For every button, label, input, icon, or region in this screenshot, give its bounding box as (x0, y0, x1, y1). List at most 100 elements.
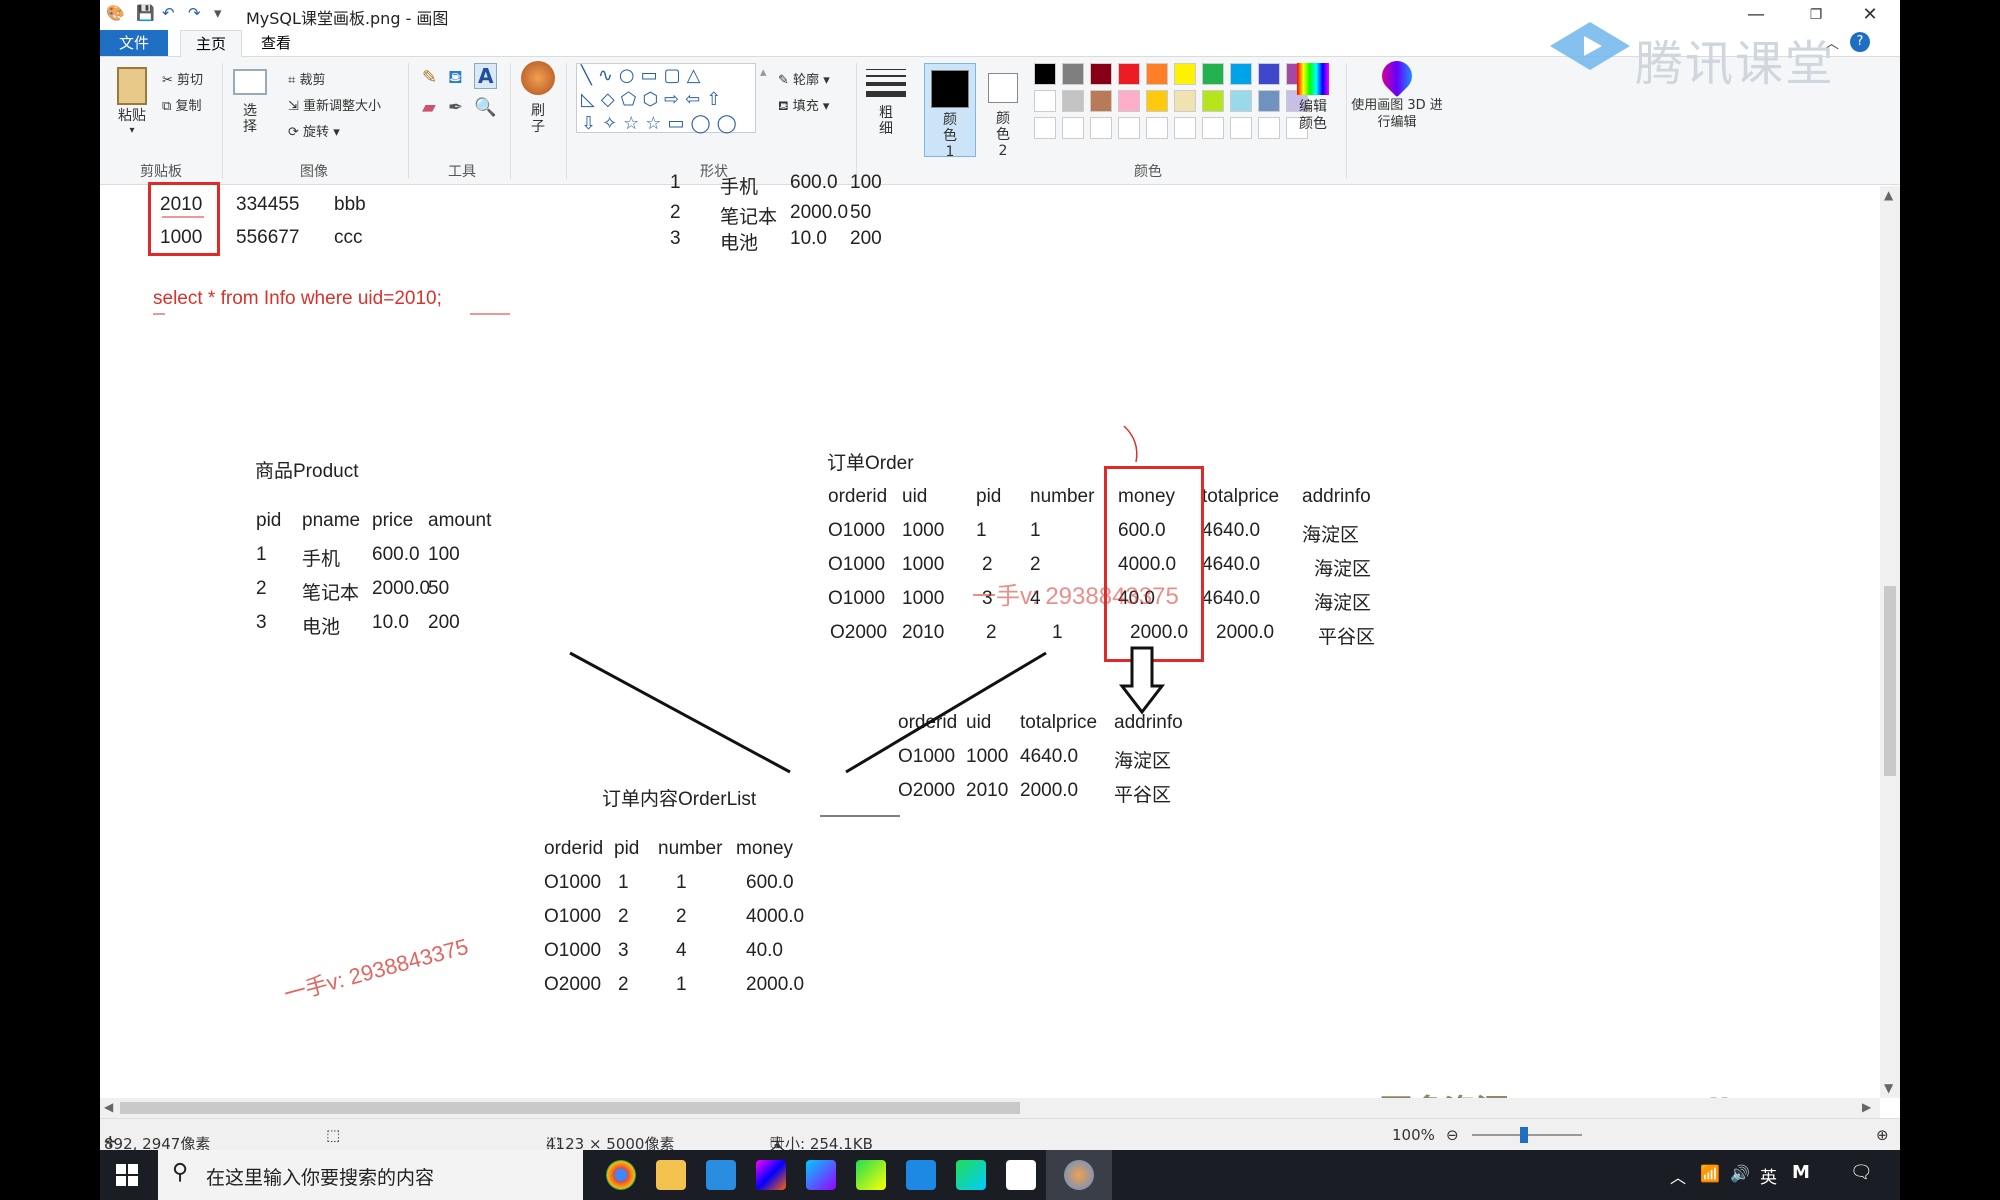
empty-color-swatch[interactable] (1230, 117, 1252, 139)
eraser-icon[interactable]: ▰ (422, 97, 436, 118)
color-swatch[interactable] (1174, 90, 1196, 112)
undo-icon[interactable]: ↶ (162, 4, 175, 22)
redo-icon[interactable]: ↷ (188, 4, 201, 22)
crop-button[interactable]: ⌗ 裁剪 (288, 69, 325, 88)
vscode-icon[interactable] (906, 1160, 936, 1190)
zoom-in-icon[interactable]: ⊕ (1876, 1126, 1889, 1144)
ime-icon[interactable]: M (1792, 1162, 1810, 1183)
taskbar-search[interactable]: ⚲ 在这里输入你要搜索的内容 (158, 1150, 583, 1200)
paste-button[interactable]: 粘贴 ▾ (110, 67, 154, 136)
size-button[interactable]: 粗细 (864, 69, 908, 137)
empty-color-swatch[interactable] (1090, 117, 1112, 139)
app-icon[interactable] (706, 1160, 736, 1190)
chrome-icon[interactable] (606, 1160, 636, 1190)
scroll-left-icon[interactable]: ◀ (104, 1100, 113, 1114)
empty-color-swatch[interactable] (1258, 117, 1280, 139)
resize-label: 重新调整大小 (303, 99, 382, 114)
color2-label: 颜色 2 (996, 111, 1010, 159)
color-swatch[interactable] (1062, 63, 1084, 85)
horizontal-scroll-thumb[interactable] (120, 1102, 1020, 1114)
file-explorer-icon[interactable] (656, 1160, 686, 1190)
typora-icon[interactable] (1006, 1160, 1036, 1190)
shapes-gallery[interactable]: ╲∿○▭▢△ ◺◇⬠⬡⇨⇦⇧ ⇩✧☆☆▭◯◯ (576, 63, 756, 134)
empty-color-swatch[interactable] (1118, 117, 1140, 139)
scroll-right-icon[interactable]: ▶ (1862, 1100, 1871, 1114)
copy-button[interactable]: ⧉ 复制 (162, 95, 201, 114)
notification-icon[interactable]: 🗨 (1850, 1162, 1873, 1183)
horizontal-scrollbar[interactable]: ◀ ▶ (100, 1098, 1880, 1118)
vertical-scroll-thumb[interactable] (1884, 586, 1896, 776)
volume-icon[interactable]: 🔊 (1730, 1164, 1750, 1183)
color-swatch[interactable] (1202, 63, 1224, 85)
windows-taskbar: ⚲ 在这里输入你要搜索的内容 ︿ 📶 🔊 英 M 🗨 (100, 1150, 1900, 1200)
empty-color-swatch[interactable] (1174, 117, 1196, 139)
tab-view[interactable]: 查看 (246, 30, 306, 56)
empty-color-swatch[interactable] (1062, 117, 1084, 139)
color1-button[interactable]: 颜色 1 (924, 63, 976, 160)
drawing-canvas[interactable]: 2010 1000 334455 556677 bbb ccc 1 手机 600.0… (100, 172, 1880, 1130)
goland-icon[interactable] (806, 1160, 836, 1190)
paint-taskbar-button[interactable] (1046, 1150, 1112, 1200)
empty-color-swatch[interactable] (1202, 117, 1224, 139)
brushes-button[interactable]: 刷子 (518, 61, 558, 135)
edit-colors-button[interactable]: 编辑颜色 (1288, 63, 1338, 133)
pycharm-icon[interactable] (856, 1160, 886, 1190)
customize-quick-access-icon[interactable]: ▾ (214, 4, 222, 22)
intellij-icon[interactable] (756, 1160, 786, 1190)
pencil-icon[interactable]: ✎ (422, 67, 437, 88)
input-language[interactable]: 英 (1760, 1163, 1777, 1188)
close-button[interactable]: ✕ (1840, 0, 1900, 30)
color-swatch[interactable] (1034, 63, 1056, 85)
color-swatch[interactable] (1146, 63, 1168, 85)
color-swatch[interactable] (1062, 90, 1084, 112)
zoom-out-icon[interactable]: ⊖ (1446, 1126, 1459, 1144)
gallery-scroll-icon[interactable]: ▴ (760, 65, 767, 80)
outline-label: 轮廓 (793, 73, 820, 88)
magnifier-icon[interactable]: 🔍 (474, 97, 496, 118)
paint3d-button[interactable]: 使用画图 3D 进行编辑 (1350, 54, 1444, 131)
tab-file[interactable]: 文件 (100, 30, 168, 56)
help-icon[interactable]: ? (1850, 32, 1870, 52)
color-swatch[interactable] (1146, 90, 1168, 112)
outline-icon: ✎ (778, 73, 789, 88)
color-swatch[interactable] (1118, 90, 1140, 112)
vertical-scrollbar[interactable]: ▲ ▼ (1880, 186, 1900, 1098)
color-swatch[interactable] (1090, 90, 1112, 112)
select-button[interactable]: 选择 (230, 69, 270, 135)
select-label: 选择 (243, 103, 257, 135)
color-picker-icon[interactable]: ✒ (448, 97, 463, 118)
clion-icon[interactable] (956, 1160, 986, 1190)
color-swatch[interactable] (1230, 63, 1252, 85)
empty-color-swatch[interactable] (1146, 117, 1168, 139)
paint-app-icon: 🎨 (106, 4, 125, 22)
tab-home[interactable]: 主页 (180, 30, 242, 57)
color-swatch[interactable] (1230, 90, 1252, 112)
color2-button[interactable]: 颜色 2 (980, 63, 1026, 159)
color-swatch[interactable] (1034, 90, 1056, 112)
save-icon[interactable]: 💾 (136, 4, 155, 22)
fill-bucket-icon[interactable]: ⛾ (448, 67, 463, 91)
color-swatch[interactable] (1090, 63, 1112, 85)
rotate-button[interactable]: ⟳ 旋转 ▾ (288, 121, 340, 140)
color1-label: 颜色 1 (943, 112, 957, 160)
zoom-slider-thumb[interactable] (1520, 1127, 1528, 1143)
tray-up-icon[interactable]: ︿ (1670, 1164, 1686, 1188)
network-icon[interactable]: 📶 (1700, 1164, 1720, 1183)
outline-button[interactable]: ✎ 轮廓 ▾ (778, 69, 830, 88)
color-swatch[interactable] (1258, 90, 1280, 112)
select-rect-icon (233, 69, 267, 95)
resize-button[interactable]: ⇲ 重新调整大小 (288, 95, 381, 114)
windows-start-icon[interactable] (116, 1164, 138, 1190)
cut-button[interactable]: ✂ 剪切 (162, 69, 203, 88)
clipboard-icon (117, 67, 147, 105)
scroll-down-icon[interactable]: ▼ (1884, 1081, 1893, 1095)
empty-color-swatch[interactable] (1034, 117, 1056, 139)
text-tool-icon[interactable]: A (474, 63, 498, 89)
scroll-up-icon[interactable]: ▲ (1884, 188, 1893, 202)
fill-button[interactable]: ⛾ 填充 ▾ (778, 95, 829, 116)
product-to-orderlist-line (569, 651, 791, 774)
color-swatch[interactable] (1258, 63, 1280, 85)
color-swatch[interactable] (1174, 63, 1196, 85)
color-swatch[interactable] (1118, 63, 1140, 85)
color-swatch[interactable] (1202, 90, 1224, 112)
